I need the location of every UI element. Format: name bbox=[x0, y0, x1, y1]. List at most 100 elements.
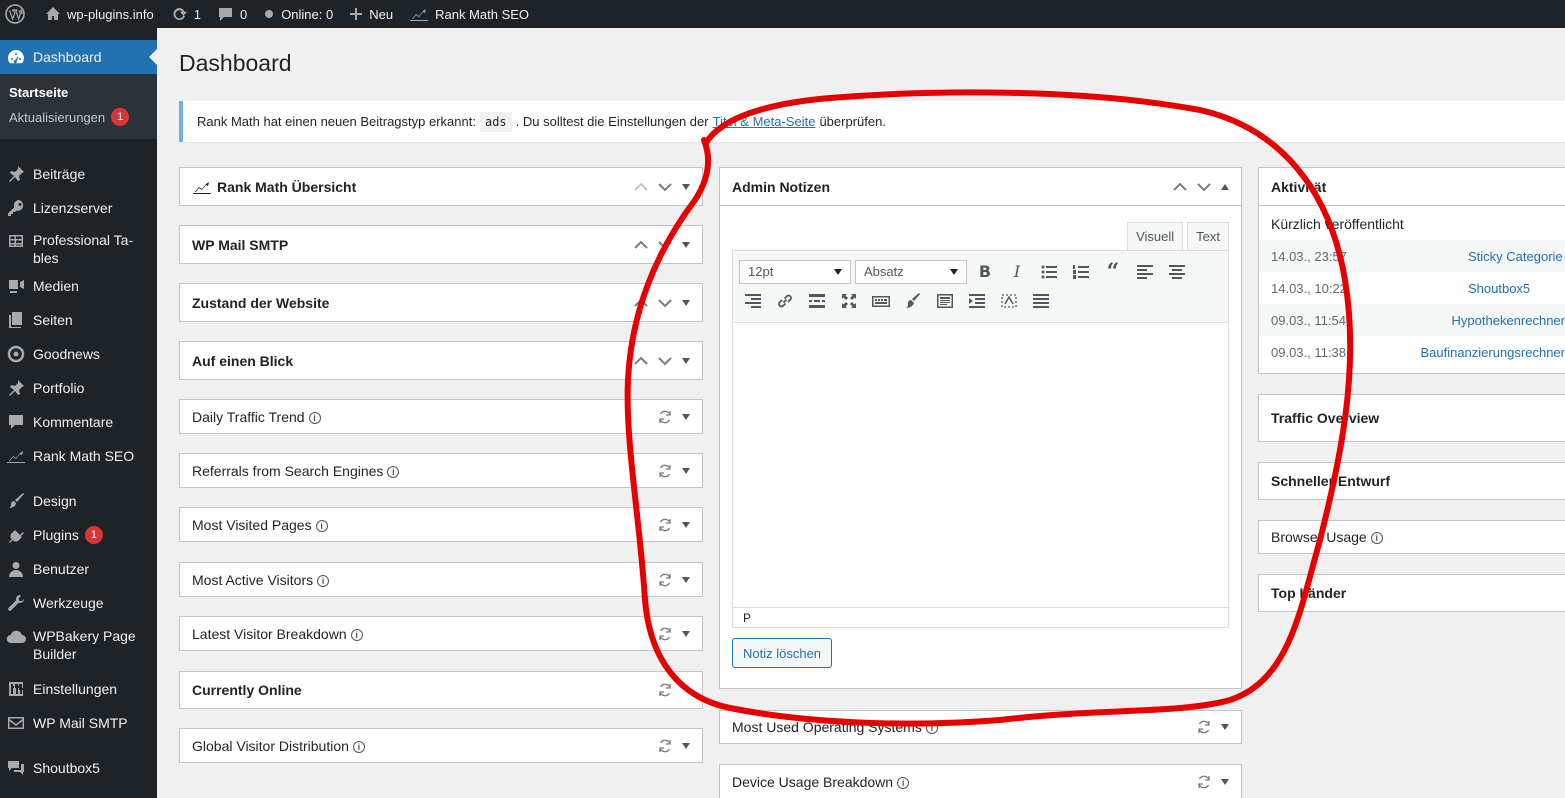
numbered-list-icon[interactable] bbox=[1067, 259, 1095, 285]
toggle-icon[interactable] bbox=[682, 742, 690, 749]
toggle-icon[interactable] bbox=[682, 241, 690, 248]
link-icon[interactable] bbox=[771, 288, 799, 314]
activity-link[interactable]: Baufinanzierungsrechner bbox=[1420, 345, 1565, 360]
postbox-title: Browser Usage i bbox=[1271, 529, 1565, 545]
info-icon[interactable]: i bbox=[308, 411, 321, 424]
toggle-icon[interactable] bbox=[682, 521, 690, 528]
online-link[interactable]: Online: 0 bbox=[255, 0, 341, 28]
chevron-down-icon[interactable] bbox=[658, 298, 672, 308]
chevron-up-icon[interactable] bbox=[1173, 182, 1187, 192]
chevron-up-icon[interactable] bbox=[634, 356, 648, 366]
menu-shoutbox5[interactable]: Shoutbox5 bbox=[0, 751, 157, 785]
info-icon[interactable]: i bbox=[315, 519, 328, 532]
menu-dashboard[interactable]: Dashboard bbox=[0, 40, 157, 74]
comments-link[interactable]: 0 bbox=[209, 0, 255, 28]
menu-wpbakery[interactable]: WPBakery Page Builder bbox=[0, 620, 157, 672]
notice-link[interactable]: Titel & Meta-Seite bbox=[713, 114, 816, 129]
fullscreen-icon[interactable] bbox=[835, 288, 863, 314]
info-icon[interactable]: i bbox=[350, 628, 363, 641]
align-left-icon[interactable] bbox=[1131, 259, 1159, 285]
menu-plugins[interactable]: Plugins 1 bbox=[0, 518, 157, 552]
refresh-icon[interactable] bbox=[658, 518, 672, 532]
toggle-icon[interactable] bbox=[682, 576, 690, 583]
postbox-title: Daily Traffic Trend i bbox=[192, 409, 658, 425]
read-more-icon[interactable] bbox=[803, 288, 831, 314]
chevron-down-icon[interactable] bbox=[658, 240, 672, 250]
paste-text-icon[interactable] bbox=[931, 288, 959, 314]
clear-formatting-icon[interactable] bbox=[899, 288, 927, 314]
blockquote-icon[interactable]: “ bbox=[1099, 259, 1127, 285]
menu-posts[interactable]: Beiträge bbox=[0, 157, 157, 191]
font-size-select[interactable]: 12pt bbox=[739, 259, 851, 284]
menu-tools[interactable]: Werkzeuge bbox=[0, 586, 157, 620]
chevron-up-icon[interactable] bbox=[634, 240, 648, 250]
refresh-icon[interactable] bbox=[658, 683, 672, 697]
new-content-link[interactable]: Neu bbox=[341, 0, 401, 28]
justify-icon[interactable] bbox=[1027, 288, 1055, 314]
menu-users[interactable]: Benutzer bbox=[0, 552, 157, 586]
updates-link[interactable]: 1 bbox=[162, 0, 209, 28]
align-right-icon[interactable] bbox=[739, 288, 767, 314]
refresh-icon[interactable] bbox=[658, 464, 672, 478]
submenu-updates[interactable]: Aktualisierungen 1 bbox=[0, 104, 157, 130]
refresh-icon[interactable] bbox=[658, 739, 672, 753]
toggle-icon[interactable] bbox=[682, 467, 690, 474]
site-name-link[interactable]: wp-plugins.info bbox=[37, 0, 162, 28]
toggle-icon[interactable] bbox=[682, 299, 690, 306]
keyboard-icon[interactable] bbox=[867, 288, 895, 314]
menu-wpmailsmtp[interactable]: WP Mail SMTP bbox=[0, 706, 157, 740]
wordpress-logo[interactable] bbox=[0, 0, 37, 28]
menu-goodnews[interactable]: Goodnews bbox=[0, 337, 157, 371]
chevron-down-icon[interactable] bbox=[658, 356, 672, 366]
delete-note-button[interactable]: Notiz löschen bbox=[732, 638, 833, 668]
dropdown-arrow-icon bbox=[834, 268, 842, 275]
bold-icon[interactable]: B bbox=[971, 259, 999, 285]
menu-media[interactable]: Medien bbox=[0, 269, 157, 303]
toggle-icon[interactable] bbox=[1221, 779, 1229, 785]
menu-license-server[interactable]: Lizenzserver bbox=[0, 191, 157, 225]
submenu-home[interactable]: Startseite bbox=[0, 81, 157, 104]
indent-icon[interactable] bbox=[963, 288, 991, 314]
info-icon[interactable]: i bbox=[897, 777, 910, 790]
toggle-icon[interactable] bbox=[682, 630, 690, 637]
chevron-down-icon[interactable] bbox=[658, 182, 672, 192]
info-icon[interactable]: i bbox=[387, 465, 400, 478]
toggle-icon[interactable] bbox=[682, 413, 690, 420]
format-select[interactable]: Absatz bbox=[855, 259, 967, 284]
menu-rankmath[interactable]: Rank Math SEO bbox=[0, 439, 157, 473]
menu-comments[interactable]: Kommentare bbox=[0, 405, 157, 439]
refresh-icon[interactable] bbox=[658, 573, 672, 587]
menu-pages[interactable]: Seiten bbox=[0, 303, 157, 337]
refresh-icon[interactable] bbox=[658, 410, 672, 424]
toggle-icon[interactable] bbox=[1221, 183, 1229, 190]
refresh-icon[interactable] bbox=[658, 627, 672, 641]
tab-visual[interactable]: Visuell bbox=[1127, 222, 1184, 250]
refresh-icon[interactable] bbox=[1197, 720, 1211, 734]
activity-link[interactable]: Sticky Categorie bbox=[1468, 249, 1563, 264]
toggle-icon[interactable] bbox=[1221, 724, 1229, 730]
menu-professional-tables[interactable]: Professional Ta-bles bbox=[0, 225, 157, 269]
rankmath-link[interactable]: Rank Math SEO bbox=[401, 0, 537, 28]
align-center-icon[interactable] bbox=[1163, 259, 1191, 285]
info-icon[interactable]: i bbox=[317, 574, 330, 587]
italic-icon[interactable]: I bbox=[1003, 259, 1031, 285]
toggle-icon[interactable] bbox=[682, 357, 690, 364]
refresh-icon[interactable] bbox=[1197, 775, 1211, 789]
activity-link[interactable]: Shoutbox5 bbox=[1468, 281, 1530, 296]
menu-portfolio[interactable]: Portfolio bbox=[0, 371, 157, 405]
chevron-up-icon[interactable] bbox=[634, 298, 648, 308]
bullet-list-icon[interactable] bbox=[1035, 259, 1063, 285]
info-icon[interactable]: i bbox=[352, 740, 365, 753]
editor-content-area[interactable] bbox=[733, 323, 1228, 607]
toggle-icon[interactable] bbox=[682, 183, 690, 190]
activity-link[interactable]: Hypothekenrechner bbox=[1452, 313, 1565, 328]
menu-settings[interactable]: Einstellungen bbox=[0, 672, 157, 706]
menu-design[interactable]: Design bbox=[0, 484, 157, 518]
chevron-up-icon[interactable] bbox=[634, 182, 648, 192]
info-icon[interactable]: i bbox=[1370, 532, 1383, 545]
tab-text[interactable]: Text bbox=[1187, 222, 1229, 250]
info-icon[interactable]: i bbox=[925, 722, 938, 735]
special-char-icon[interactable] bbox=[995, 288, 1023, 314]
chevron-down-icon[interactable] bbox=[1197, 182, 1211, 192]
element-path[interactable]: P bbox=[743, 611, 751, 625]
